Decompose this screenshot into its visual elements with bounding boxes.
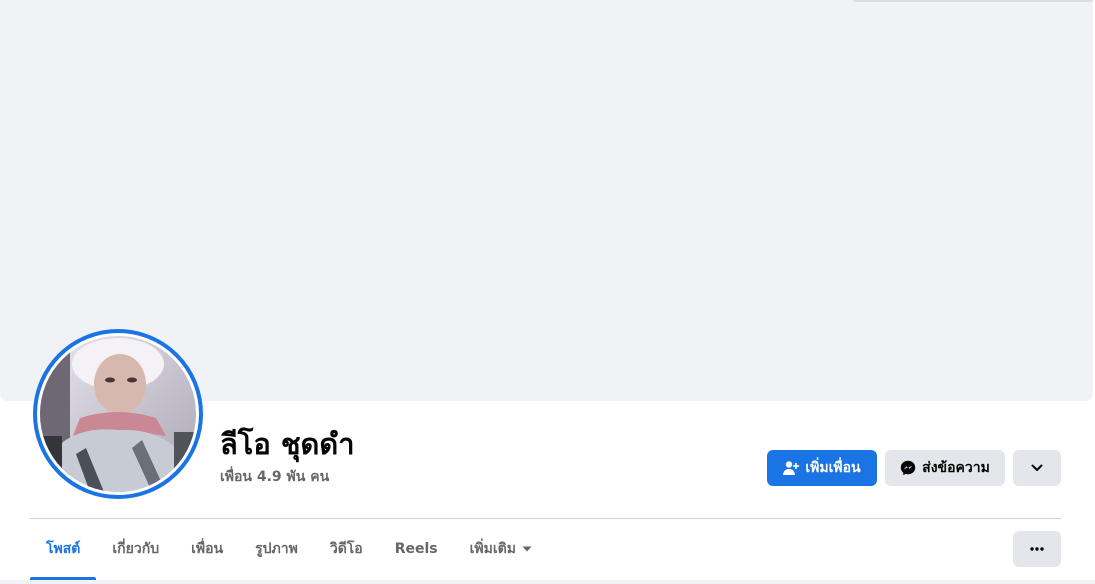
friends-count[interactable]: เพื่อน 4.9 พัน คน — [220, 467, 329, 487]
add-friend-button[interactable]: เพิ่มเพื่อน — [767, 450, 877, 486]
tab-label: เพื่อน — [191, 541, 224, 557]
tab-reels[interactable]: Reels — [379, 520, 454, 578]
profile-tabs: โพสต์ เกี่ยวกับ เพื่อน รูปภาพ วิดีโอ Ree… — [30, 520, 548, 580]
messenger-icon — [900, 460, 916, 476]
tab-label: Reels — [394, 541, 438, 557]
profile-photo — [40, 336, 196, 492]
more-dots-icon — [1030, 547, 1044, 551]
tab-videos[interactable]: วิดีโอ — [314, 520, 379, 578]
message-button[interactable]: ส่งข้อความ — [885, 450, 1005, 486]
tab-photos[interactable]: รูปภาพ — [239, 520, 314, 578]
profile-menu-button[interactable] — [1013, 531, 1061, 567]
header-divider — [30, 518, 1061, 519]
tab-more[interactable]: เพิ่มเติม — [454, 520, 548, 578]
tab-label: โพสต์ — [46, 541, 81, 557]
tab-friends[interactable]: เพื่อน — [175, 520, 239, 578]
tab-label: วิดีโอ — [329, 541, 363, 557]
message-label: ส่งข้อความ — [922, 460, 990, 476]
tab-label: เกี่ยวกับ — [112, 541, 160, 557]
cover-edge — [853, 0, 1093, 2]
profile-name: ลีโอ ชุดดำ — [220, 427, 355, 461]
person-plus-icon — [783, 460, 800, 476]
cover-photo[interactable] — [0, 0, 1093, 401]
add-friend-label: เพิ่มเพื่อน — [805, 460, 861, 476]
tab-about[interactable]: เกี่ยวกับ — [96, 520, 175, 578]
chevron-down-icon — [1031, 464, 1043, 472]
tab-label: รูปภาพ — [255, 541, 298, 557]
more-actions-button[interactable] — [1013, 450, 1061, 486]
profile-picture[interactable] — [33, 329, 203, 499]
caret-down-icon — [522, 546, 532, 552]
profile-page: ลีโอ ชุดดำ เพื่อน 4.9 พัน คน เพิ่มเพื่อน… — [0, 0, 1095, 584]
tab-label: เพิ่มเติม — [469, 541, 516, 557]
content-area-edge — [0, 580, 1095, 584]
tab-posts[interactable]: โพสต์ — [30, 520, 97, 580]
